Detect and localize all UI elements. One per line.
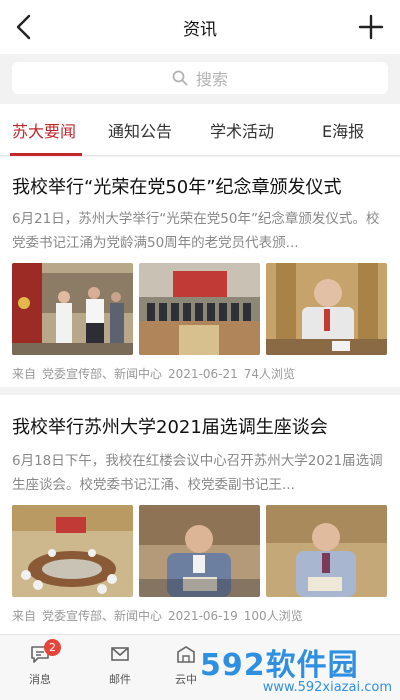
back-arrow-icon[interactable]	[10, 12, 40, 42]
watermark-url: www.592xiazai.com	[262, 680, 392, 695]
news-photo[interactable]	[12, 505, 133, 597]
tab-e-poster[interactable]: E海报	[322, 118, 364, 142]
news-summary: 6月21日，苏州大学举行“光荣在党50年”纪念章颁发仪式。校党委书记江涌为党龄满…	[12, 211, 380, 251]
news-photo[interactable]	[266, 263, 387, 355]
mail-icon	[111, 647, 129, 661]
news-photo[interactable]	[266, 505, 387, 597]
news-source: 党委宣传部、新闻中心	[42, 609, 163, 623]
nav-label: 邮件	[109, 673, 131, 686]
plus-icon[interactable]	[356, 12, 386, 42]
building-icon	[177, 646, 195, 663]
news-title[interactable]: 我校举行“光荣在党50年”纪念章颁发仪式	[12, 173, 342, 199]
tab-notices[interactable]: 通知公告	[108, 118, 172, 142]
news-summary: 6月18日下午，我校在红楼会议中心召开苏州大学2021届选调生座谈会。校党委书记…	[12, 453, 383, 493]
top-header: 资讯	[0, 0, 400, 54]
news-meta: 来自 党委宣传部、新闻中心 2021-06-21 74人浏览	[12, 365, 301, 382]
news-title[interactable]: 我校举行苏州大学2021届选调生座谈会	[12, 413, 328, 439]
watermark-text: 592软件园	[200, 648, 359, 683]
news-item[interactable]: 我校举行“光荣在党50年”纪念章颁发仪式 6月21日，苏州大学举行“光荣在党50…	[0, 157, 400, 395]
active-tab-indicator	[10, 153, 82, 156]
nav-label: 消息	[29, 673, 51, 686]
search-placeholder: 搜索	[195, 70, 228, 89]
news-meta: 来自 党委宣传部、新闻中心 2021-06-19 100人浏览	[12, 607, 309, 624]
page-title: 资讯	[183, 19, 217, 40]
watermark-logo: 592软件园 www.592xiazai.com	[200, 640, 396, 696]
news-source: 党委宣传部、新闻中心	[42, 367, 163, 381]
news-photo[interactable]	[12, 263, 133, 355]
search-input[interactable]: 搜索	[12, 62, 388, 94]
news-image-row	[12, 263, 387, 355]
news-item[interactable]: 我校举行苏州大学2021届选调生座谈会 6月18日下午，我校在红楼会议中心召开苏…	[0, 395, 400, 634]
news-source-prefix: 来自	[12, 367, 37, 381]
tab-news[interactable]: 苏大要闻	[12, 118, 76, 142]
news-image-row	[12, 505, 387, 597]
news-date: 2021-06-21	[168, 367, 238, 381]
news-views: 100人浏览	[243, 609, 303, 623]
nav-messages[interactable]: 2 消息	[10, 639, 70, 687]
news-source-prefix: 来自	[12, 609, 37, 623]
search-icon	[172, 70, 188, 86]
category-tabs: 苏大要闻 通知公告 学术活动 E海报	[0, 104, 400, 156]
news-feed: 我校举行“光荣在党50年”纪念章颁发仪式 6月21日，苏州大学举行“光荣在党50…	[0, 157, 400, 634]
unread-badge: 2	[44, 639, 61, 656]
divider	[0, 387, 400, 395]
search-area: 搜索	[0, 54, 400, 100]
news-views: 74人浏览	[243, 367, 296, 381]
news-photo[interactable]	[139, 505, 260, 597]
news-date: 2021-06-19	[168, 609, 238, 623]
nav-mail[interactable]: 邮件	[90, 643, 150, 687]
nav-label: 云中	[175, 673, 197, 686]
tab-academic[interactable]: 学术活动	[210, 118, 274, 142]
news-photo[interactable]	[139, 263, 260, 355]
